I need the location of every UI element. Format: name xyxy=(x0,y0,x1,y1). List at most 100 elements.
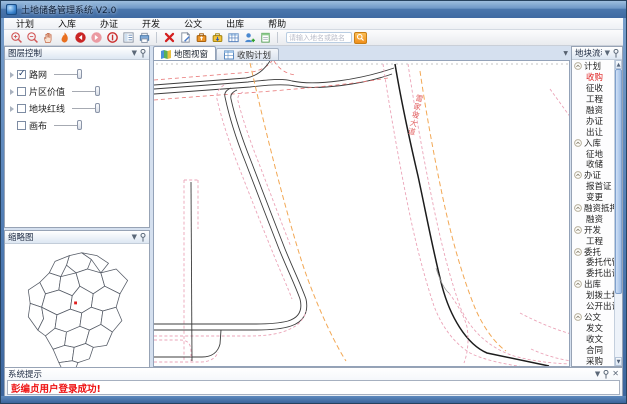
collapse-icon[interactable] xyxy=(574,225,583,234)
process-node[interactable]: 收储 xyxy=(572,159,614,170)
scroll-down-icon[interactable]: ▼ xyxy=(615,357,622,366)
process-node[interactable]: 合同 xyxy=(572,344,614,355)
search-button[interactable] xyxy=(354,32,367,44)
full-extent-icon[interactable] xyxy=(56,30,72,45)
slider-thumb[interactable] xyxy=(77,120,82,130)
expander-icon[interactable] xyxy=(9,105,17,113)
collapse-icon[interactable] xyxy=(574,62,583,71)
scrollbar-thumb[interactable] xyxy=(615,69,622,294)
process-node[interactable]: 办证 xyxy=(572,115,614,126)
collapse-icon[interactable] xyxy=(574,312,583,321)
attribute-table-icon[interactable] xyxy=(225,30,241,45)
process-node[interactable]: 征收 xyxy=(572,83,614,94)
process-node[interactable]: 报首证 xyxy=(572,181,614,192)
process-node[interactable]: 公文 xyxy=(572,311,614,322)
process-node[interactable]: 办证 xyxy=(572,170,614,181)
process-node[interactable]: 出库 xyxy=(572,279,614,290)
expander-icon[interactable] xyxy=(9,88,17,96)
close-icon[interactable]: ✕ xyxy=(612,370,619,378)
process-node[interactable]: 收文 xyxy=(572,333,614,344)
slider-thumb[interactable] xyxy=(77,69,82,79)
collapse-icon[interactable] xyxy=(574,280,583,289)
layer-checkbox[interactable] xyxy=(17,121,26,130)
chevron-down-icon[interactable]: ▼ xyxy=(595,371,600,378)
expander-icon[interactable] xyxy=(9,122,17,130)
pin-icon[interactable] xyxy=(603,370,609,379)
menu-item[interactable]: 公文 xyxy=(172,17,214,30)
process-node[interactable]: 收购 xyxy=(572,72,614,83)
slider-thumb[interactable] xyxy=(95,103,100,113)
process-node[interactable]: 融资抵押 xyxy=(572,203,614,214)
menu-item[interactable]: 计划 xyxy=(4,17,46,30)
layer-checkbox[interactable] xyxy=(17,104,26,113)
map-canvas[interactable]: 雷家坡大道 xyxy=(153,60,570,367)
layer-opacity-slider[interactable] xyxy=(72,91,98,92)
menu-item[interactable]: 帮助 xyxy=(256,17,298,30)
pin-icon[interactable] xyxy=(140,49,146,58)
process-node[interactable]: 委托代管 xyxy=(572,257,614,268)
layer-row[interactable]: 地块红线 xyxy=(5,100,149,117)
identify-icon[interactable] xyxy=(104,30,120,45)
process-node[interactable]: 发文 xyxy=(572,322,614,333)
layer-opacity-slider[interactable] xyxy=(72,108,98,109)
process-node[interactable]: 开发 xyxy=(572,224,614,235)
collapse-icon[interactable] xyxy=(574,171,583,180)
layer-checkbox[interactable] xyxy=(17,70,26,79)
collapse-icon[interactable] xyxy=(574,204,583,213)
process-node[interactable]: 计划 xyxy=(572,61,614,72)
chevron-down-icon[interactable]: ▼ xyxy=(132,234,137,241)
layer-row[interactable]: 片区价值 xyxy=(5,83,149,100)
expander-icon[interactable] xyxy=(9,71,17,79)
slider-thumb[interactable] xyxy=(95,86,100,96)
process-node[interactable]: 融资 xyxy=(572,105,614,116)
zoom-out-icon[interactable] xyxy=(24,30,40,45)
search-input[interactable] xyxy=(286,32,352,43)
menu-item[interactable]: 开发 xyxy=(130,17,172,30)
process-node[interactable]: 采购 xyxy=(572,355,614,366)
titlebar[interactable]: 土地储备管理系统 V2.0 xyxy=(1,1,626,18)
process-node[interactable]: 委托 xyxy=(572,246,614,257)
process-node[interactable]: 征地 xyxy=(572,148,614,159)
delete-icon[interactable] xyxy=(161,30,177,45)
tab-map-window[interactable]: 地图视窗 xyxy=(153,46,216,60)
collapse-icon[interactable] xyxy=(574,138,583,147)
print-icon[interactable] xyxy=(136,30,152,45)
process-node[interactable]: 委托出让 xyxy=(572,268,614,279)
tab-acquisition-plan[interactable]: 收购计划 xyxy=(216,48,279,60)
memo-icon[interactable] xyxy=(257,30,273,45)
pan-icon[interactable] xyxy=(40,30,56,45)
layer-opacity-slider[interactable] xyxy=(54,125,80,126)
process-node[interactable]: 变更 xyxy=(572,192,614,203)
menu-item[interactable]: 出库 xyxy=(214,17,256,30)
tab-overflow-chevron-icon[interactable]: ▼ xyxy=(563,50,568,57)
layer-checkbox[interactable] xyxy=(17,87,26,96)
scroll-up-icon[interactable]: ▲ xyxy=(615,60,622,69)
chevron-down-icon[interactable]: ▼ xyxy=(132,50,137,57)
process-node[interactable]: 出让 xyxy=(572,126,614,137)
overview-map[interactable] xyxy=(5,244,149,376)
collapse-icon[interactable] xyxy=(574,247,583,256)
layer-opacity-slider[interactable] xyxy=(54,74,80,75)
forward-icon[interactable] xyxy=(88,30,104,45)
process-node[interactable]: 划拨土地 xyxy=(572,290,614,301)
export-icon[interactable] xyxy=(209,30,225,45)
process-node[interactable]: 入库 xyxy=(572,137,614,148)
legend-icon[interactable] xyxy=(120,30,136,45)
pin-icon[interactable] xyxy=(613,49,619,58)
process-scrollbar[interactable]: ▲ ▼ xyxy=(614,60,622,366)
edit-doc-icon[interactable] xyxy=(177,30,193,45)
process-node[interactable]: 公开出让 xyxy=(572,301,614,312)
process-node[interactable]: 工程 xyxy=(572,235,614,246)
zoom-in-icon[interactable] xyxy=(8,30,24,45)
pin-icon[interactable] xyxy=(140,233,146,242)
import-icon[interactable] xyxy=(193,30,209,45)
menu-item[interactable]: 入库 xyxy=(46,17,88,30)
process-node[interactable]: 工程 xyxy=(572,94,614,105)
process-node[interactable]: 融资 xyxy=(572,213,614,224)
layer-row[interactable]: 画布 xyxy=(5,117,149,134)
back-icon[interactable] xyxy=(72,30,88,45)
chevron-down-icon[interactable]: ▼ xyxy=(605,50,610,57)
layer-row[interactable]: 路网 xyxy=(5,66,149,83)
add-user-icon[interactable] xyxy=(241,30,257,45)
menu-item[interactable]: 办证 xyxy=(88,17,130,30)
